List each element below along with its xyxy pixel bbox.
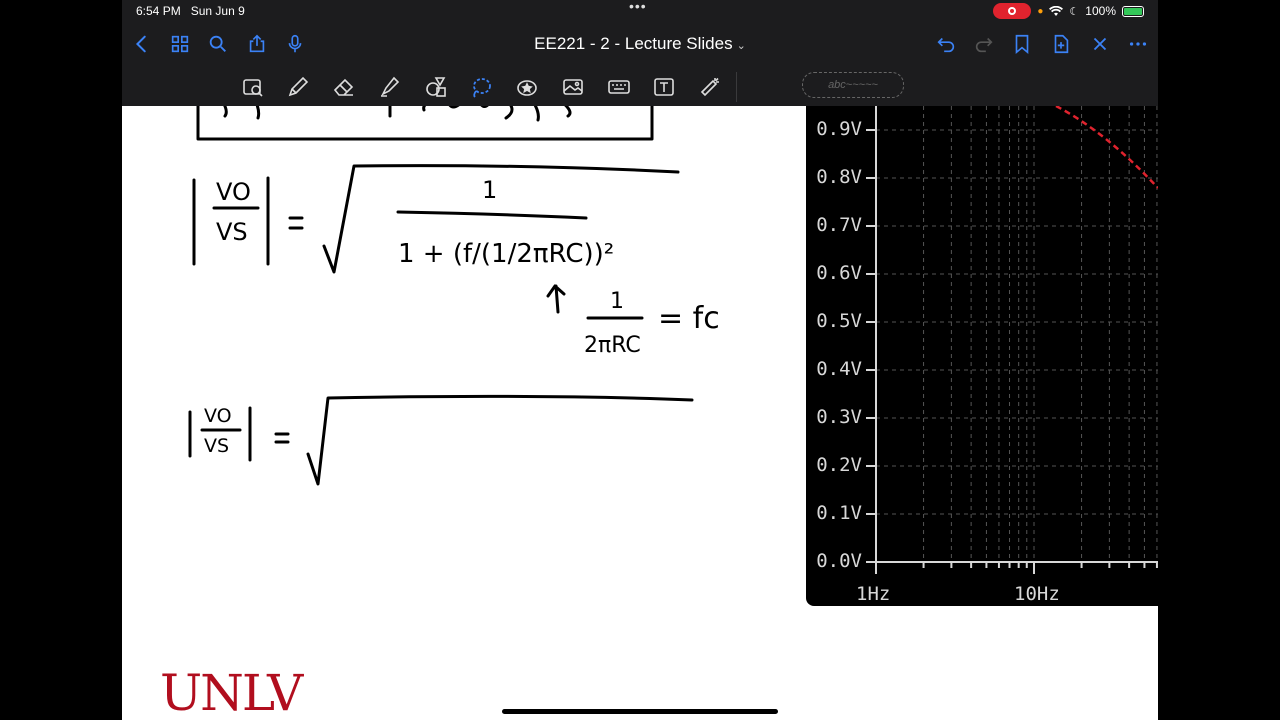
app-chrome: 6:54 PM Sun Jun 9 ••• ● ☾ 100% EE221 - 2…: [122, 0, 1158, 106]
fc-num: 1: [610, 289, 624, 314]
moon-icon: ☾: [1069, 5, 1080, 18]
fc-den: 2πRC: [584, 333, 641, 358]
eq2-equals: [274, 432, 290, 444]
text-tool-icon[interactable]: [649, 72, 679, 102]
voltage-plot: 0.9V 0.8V 0.7V 0.6V 0.5V 0.4V 0.3V 0.2V 0.1V 0.0V…: [806, 104, 1158, 606]
plot-grid: [876, 106, 1158, 562]
tool-bar: abc~~~~~: [122, 66, 1158, 106]
plot-axis: [875, 106, 1158, 563]
eq1-vo: VO: [216, 178, 251, 206]
eq1-den: 1 + (f/(1/2πRC))²: [398, 239, 614, 269]
plot-trace: [1055, 104, 1158, 189]
laser-pointer-tool-icon[interactable]: [695, 72, 725, 102]
status-bar: 6:54 PM Sun Jun 9 ••• ● ☾ 100%: [122, 0, 1158, 22]
y-tick-label: 0.1V: [816, 502, 862, 524]
eq1-num: 1: [482, 176, 497, 204]
redo-icon[interactable]: [970, 30, 998, 58]
x-tick-label: 10Hz: [1014, 583, 1060, 605]
arrow-up: [546, 284, 566, 314]
multitasking-dots-icon[interactable]: •••: [629, 0, 647, 14]
status-right: ● ☾ 100%: [993, 3, 1144, 19]
y-tick-label: 0.7V: [816, 214, 862, 236]
status-time: 6:54 PM Sun Jun 9: [136, 4, 245, 18]
note-page[interactable]: VO VS 1 1 + (f/(1/2πRC))² 1 2πRC = fc VO…: [122, 104, 1158, 720]
unlv-logo: UNLV: [160, 664, 303, 720]
close-icon[interactable]: [1086, 30, 1114, 58]
sticker-tool-icon[interactable]: [512, 72, 542, 102]
battery-percent: 100%: [1085, 4, 1116, 18]
more-icon[interactable]: [1124, 30, 1152, 58]
home-indicator[interactable]: [502, 709, 778, 714]
pen-tool-icon[interactable]: [283, 72, 313, 102]
y-tick-label: 0.5V: [816, 310, 862, 332]
y-tick-label: 0.6V: [816, 262, 862, 284]
y-tick-label: 0.3V: [816, 406, 862, 428]
eq1-big-frac-bar: [396, 210, 588, 220]
wifi-icon: [1049, 5, 1064, 16]
screen-recording-icon[interactable]: [993, 3, 1032, 19]
bookmark-icon[interactable]: [1008, 30, 1036, 58]
title-chevron-icon[interactable]: ⌄: [737, 40, 746, 52]
shapes-tool-icon[interactable]: [421, 72, 451, 102]
y-tick-label: 0.9V: [816, 118, 862, 140]
x-tick-label: 1Hz: [856, 583, 891, 605]
battery-icon: [1122, 5, 1144, 17]
lasso-tool-icon[interactable]: [466, 72, 496, 102]
toolbar-divider: [736, 72, 737, 102]
eq1-vs: VS: [216, 218, 248, 246]
undo-icon[interactable]: [932, 30, 960, 58]
image-tool-icon[interactable]: [558, 72, 588, 102]
orientation-icon: ●: [1037, 5, 1044, 17]
y-tick-label: 0.2V: [816, 454, 862, 476]
y-tick-label: 0.4V: [816, 358, 862, 380]
document-title[interactable]: EE221 - 2 - Lecture Slides ⌄: [122, 34, 1158, 54]
plot-ticks: [866, 129, 1158, 574]
boxed-equation-text: [223, 106, 572, 122]
y-tick-label: 0.8V: [816, 166, 862, 188]
text-recognition-pill[interactable]: abc~~~~~: [802, 72, 904, 98]
y-tick-label: 0.0V: [816, 550, 862, 572]
eq2-vs: VS: [204, 435, 229, 457]
eq2-vo: VO: [204, 405, 232, 427]
add-page-icon[interactable]: [1047, 30, 1075, 58]
eq1-equals: [288, 216, 304, 230]
keyboard-tool-icon[interactable]: [604, 72, 634, 102]
highlighter-tool-icon[interactable]: [375, 72, 405, 102]
ipad-screen: 6:54 PM Sun Jun 9 ••• ● ☾ 100% EE221 - 2…: [122, 0, 1158, 720]
eraser-tool-icon[interactable]: [329, 72, 359, 102]
eq2-sqrt: [306, 394, 694, 486]
status-date: Sun Jun 9: [190, 4, 245, 18]
zoom-window-tool-icon[interactable]: [238, 72, 268, 102]
nav-bar: EE221 - 2 - Lecture Slides ⌄: [122, 24, 1158, 64]
fc-label: = fc: [658, 301, 720, 336]
handwriting-layer: VO VS 1 1 + (f/(1/2πRC))² 1 2πRC = fc VO…: [188, 106, 720, 486]
